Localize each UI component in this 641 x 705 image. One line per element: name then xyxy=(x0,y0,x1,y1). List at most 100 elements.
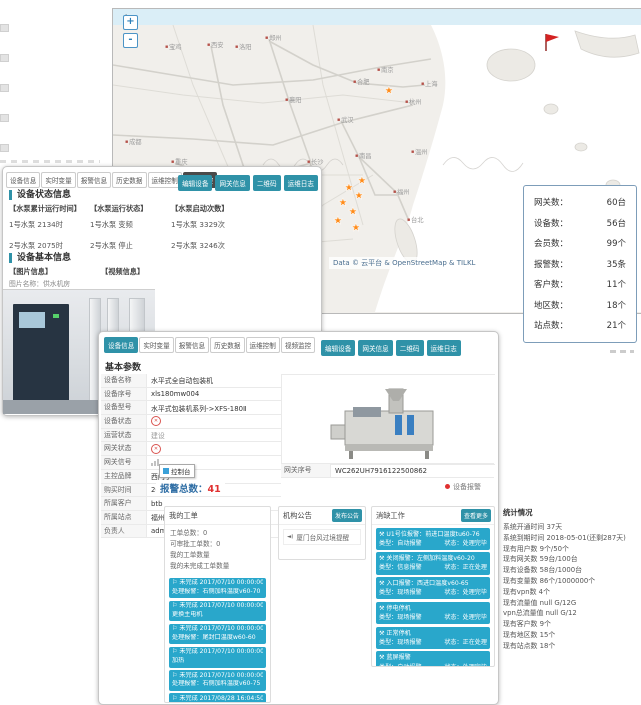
param-label: 设备序号 xyxy=(101,388,147,401)
work-order-item[interactable]: ⚐ 未完成 2017/07/10 00:00:00加热 xyxy=(169,647,266,668)
defect-meta-line: 类型：信息报警状态：正在处理 xyxy=(379,563,487,572)
device-star-marker[interactable]: ★ xyxy=(348,205,358,218)
bottom-action-button-0[interactable]: 编辑设备 xyxy=(321,340,355,356)
top-action-button-0[interactable]: 编辑设备 xyxy=(178,175,212,191)
map-city-label: 重庆 xyxy=(175,157,188,166)
tab-bottom-4[interactable]: 运维控制 xyxy=(246,337,280,353)
defect-item[interactable]: ⚒ 入口报警：西进口温度v60-65类型：现场报警状态：处理完毕 xyxy=(376,577,490,599)
defect-item[interactable]: ⚒ U1号位报警：前进口温度tu60-76类型：自动报警状态：处理完毕 xyxy=(376,528,490,550)
map-city-dot xyxy=(286,99,288,101)
param-label: 设备型号 xyxy=(101,401,147,414)
device-star-marker[interactable]: ★ xyxy=(357,174,367,187)
bottom-action-button-2[interactable]: 二维码 xyxy=(396,340,424,356)
pump-status-line: 2号水泵 2075时 xyxy=(9,241,101,251)
defect-type: 类型：现场报警 xyxy=(379,613,422,622)
device-star-marker[interactable]: ★ xyxy=(351,221,361,234)
tab-bottom-1[interactable]: 实时变量 xyxy=(139,337,173,353)
map-city-dot xyxy=(406,101,408,103)
section-title-device-status: 设备状态信息 xyxy=(9,190,71,200)
tab-top-0[interactable]: 设备信息 xyxy=(6,172,40,188)
tab-bottom-0[interactable]: 设备信息 xyxy=(104,337,138,353)
param-row: 运营状态建设 xyxy=(101,429,281,443)
view-more-button[interactable]: 查看更多 xyxy=(461,509,491,522)
work-order-desc: 更换主电机 xyxy=(172,611,263,620)
device-star-marker[interactable]: ★ xyxy=(344,181,354,194)
cabinet-indicator xyxy=(53,314,59,318)
top-action-button-2[interactable]: 二维码 xyxy=(253,175,281,191)
param-row: 设备状态✕ xyxy=(101,415,281,429)
work-order-item[interactable]: ⚐ 未完成 2017/07/10 00:00:00处理报警：尾封口温度w60-6… xyxy=(169,624,266,645)
bottom-action-button-3[interactable]: 运维日志 xyxy=(427,340,461,356)
tab-top-2[interactable]: 报警信息 xyxy=(77,172,111,188)
work-order-status-line: ⚐ 未完成 2017/07/10 00:00:00 xyxy=(172,579,263,588)
publish-announcement-button[interactable]: 发布公告 xyxy=(332,509,362,522)
edge-artifact xyxy=(0,114,9,122)
stats-row: 地区数：18个 xyxy=(534,296,626,317)
zoom-out-button[interactable]: - xyxy=(123,33,138,48)
stats-row: 设备数：56台 xyxy=(534,214,626,235)
stats-row: 网关数：60台 xyxy=(534,193,626,214)
alarm-total-label: 报警总数： xyxy=(160,484,208,495)
work-order-item[interactable]: ⚐ 未完成 2017/07/10 00:00:00更换主电机 xyxy=(169,601,266,622)
param-value: xls180mw004 xyxy=(147,390,281,398)
work-order-item[interactable]: ⚐ 未完成 2017/07/10 00:00:00处理报警：右侧加料温度v60-… xyxy=(169,670,266,691)
device-star-marker[interactable]: ★ xyxy=(333,214,343,227)
announcements-list: ◄)厦门台风过境提醒 xyxy=(279,529,365,545)
statistics-line: 现有地区数 15个 xyxy=(503,630,635,641)
defect-title-line: ⚒ 蓝屏报警 xyxy=(379,653,487,662)
announcements-title: 机构公告 xyxy=(283,511,312,520)
map-city-dot xyxy=(354,81,356,83)
map-city-label: 宝鸡 xyxy=(169,42,182,51)
detail-panel-actions: 编辑设备网关信息二维码运维日志 xyxy=(318,336,461,356)
defect-item[interactable]: ⚒ 关闭报警：左侧加料温度v60-20类型：信息报警状态：正在处理 xyxy=(376,552,490,574)
stats-label: 网关数： xyxy=(534,193,568,214)
map-city-dot xyxy=(356,155,358,157)
announcements-box: 机构公告 发布公告 ◄)厦门台风过境提醒 xyxy=(278,506,366,560)
tab-bottom-3[interactable]: 历史数据 xyxy=(210,337,244,353)
map-city-dot xyxy=(208,44,210,46)
map-city-dot xyxy=(126,141,128,143)
photo-name: 图片名称：供水机房 xyxy=(9,278,70,288)
defect-item[interactable]: ⚒ 蓝屏报警类型：自动报警状态：处理完毕 xyxy=(376,651,490,667)
top-action-button-3[interactable]: 运维日志 xyxy=(284,175,318,191)
device-star-marker[interactable]: ★ xyxy=(354,189,364,202)
statistics-line: 现有网关数 59台/100台 xyxy=(503,554,635,565)
stats-row: 站点数：21个 xyxy=(534,316,626,337)
defect-item[interactable]: ⚒ 停电停机类型：现场报警状态：处理完毕 xyxy=(376,602,490,624)
stats-label: 地区数： xyxy=(534,296,568,317)
bottom-action-button-1[interactable]: 网关信息 xyxy=(358,340,392,356)
zoom-in-button[interactable]: + xyxy=(123,15,138,30)
pump-status-line: 1号水泵 变频 xyxy=(90,220,182,230)
detail-panel-tabs: 设备信息实时变量报警信息历史数据运维控制视频监控 xyxy=(104,337,316,356)
defect-type: 类型：现场报警 xyxy=(379,588,422,597)
map-city-label: 长沙 xyxy=(311,157,324,166)
device-star-marker[interactable]: ★ xyxy=(384,84,394,97)
top-action-button-1[interactable]: 网关信息 xyxy=(215,175,249,191)
defect-title-line: ⚒ 关闭报警：左侧加料温度v60-20 xyxy=(379,554,487,563)
defect-title: 消缺工作 xyxy=(376,511,405,520)
statistics-line: 现有站点数 18个 xyxy=(503,641,635,652)
defect-type: 类型：自动报警 xyxy=(379,663,422,667)
defect-state: 状态：正在处理 xyxy=(444,563,487,572)
stats-label: 站点数： xyxy=(534,316,568,337)
defect-item[interactable]: ⚒ 正常停机类型：现场报警状态：正在处理 xyxy=(376,627,490,649)
param-value: 建设 xyxy=(147,430,281,440)
defect-state: 状态：处理完毕 xyxy=(444,539,487,548)
tab-top-1[interactable]: 实时变量 xyxy=(41,172,75,188)
work-order-status-line: ⚐ 未完成 2017/08/28 16:04:50 xyxy=(172,695,263,703)
work-order-desc: 处理报警：右侧加料温度v60-70 xyxy=(172,588,263,597)
tab-bottom-5[interactable]: 视频监控 xyxy=(281,337,315,353)
work-order-item[interactable]: ⚐ 未完成 2017/07/10 00:00:00处理报警：右侧加料温度v60-… xyxy=(169,578,266,599)
map-city-label: 洛阳 xyxy=(239,42,252,51)
map-attribution: Data © 云平台 & OpenStreetMap & TILKL xyxy=(329,257,479,269)
device-star-marker[interactable]: ★ xyxy=(338,196,348,209)
work-order-item[interactable]: ⚐ 未完成 2017/08/28 16:04:50cx0004 xyxy=(169,693,266,703)
defect-meta-line: 类型：现场报警状态：正在处理 xyxy=(379,638,487,647)
video-info-label: 【视频信息】 xyxy=(101,267,144,277)
announcement-item[interactable]: ◄)厦门台风过境提醒 xyxy=(283,529,361,545)
tab-bottom-2[interactable]: 报警信息 xyxy=(175,337,209,353)
my-orders-list: ⚐ 未完成 2017/07/10 00:00:00处理报警：右侧加料温度v60-… xyxy=(165,578,270,704)
tab-top-3[interactable]: 历史数据 xyxy=(112,172,146,188)
defect-state: 状态：处理完毕 xyxy=(444,613,487,622)
defect-type: 类型：现场报警 xyxy=(379,638,422,647)
